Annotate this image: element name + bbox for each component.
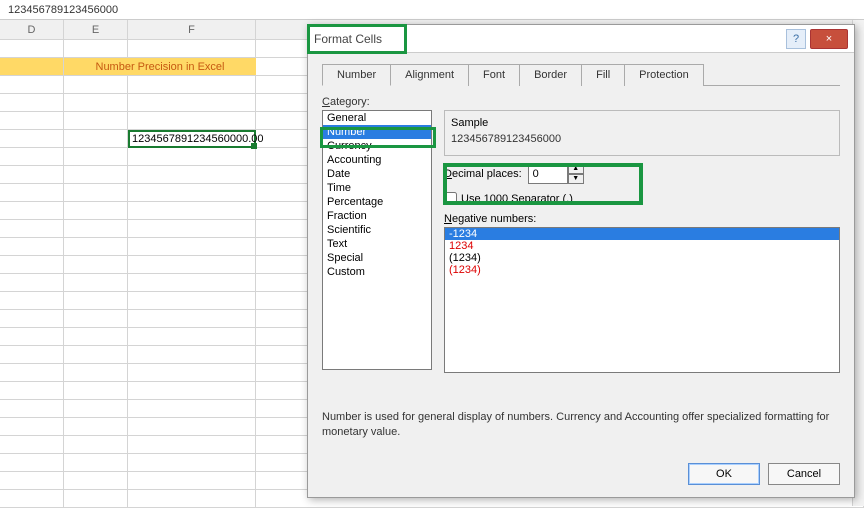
category-item-special[interactable]: Special — [323, 251, 431, 265]
decimal-up-button[interactable]: ▲ — [568, 164, 584, 174]
category-item-custom[interactable]: Custom — [323, 265, 431, 279]
help-icon[interactable]: ? — [786, 29, 806, 49]
banner-cell[interactable]: Number Precision in Excel — [64, 58, 256, 76]
dialog-titlebar[interactable]: Format Cells ? × — [308, 25, 854, 53]
tab-number[interactable]: Number — [322, 64, 391, 86]
decimal-places-input[interactable] — [528, 164, 568, 184]
tab-alignment[interactable]: Alignment — [390, 64, 469, 86]
category-description: Number is used for general display of nu… — [322, 410, 840, 439]
category-item-scientific[interactable]: Scientific — [323, 223, 431, 237]
category-item-date[interactable]: Date — [323, 167, 431, 181]
ok-button[interactable]: OK — [688, 463, 760, 485]
tab-font[interactable]: Font — [468, 64, 520, 86]
negative-option[interactable]: (1234) — [445, 252, 839, 264]
tab-border[interactable]: Border — [519, 64, 582, 86]
formula-bar-value: 123456789123456000 — [8, 4, 118, 16]
category-item-fraction[interactable]: Fraction — [323, 209, 431, 223]
negative-numbers-label: Negative numbers: — [444, 213, 840, 225]
category-item-number[interactable]: Number — [323, 125, 431, 139]
negative-option[interactable]: -1234 — [445, 228, 839, 240]
format-cells-dialog: Format Cells ? × Number Alignment Font B… — [307, 24, 855, 498]
negative-numbers-list[interactable]: -12341234(1234)(1234) — [444, 227, 840, 373]
sample-box: Sample 123456789123456000 — [444, 110, 840, 156]
decimal-down-button[interactable]: ▼ — [568, 174, 584, 184]
category-item-currency[interactable]: Currency — [323, 139, 431, 153]
formula-bar[interactable]: 123456789123456000 — [0, 0, 864, 20]
decimal-places-label: Decimal places: — [444, 168, 522, 180]
category-item-percentage[interactable]: Percentage — [323, 195, 431, 209]
negative-option[interactable]: 1234 — [445, 240, 839, 252]
cancel-button[interactable]: Cancel — [768, 463, 840, 485]
sample-value: 123456789123456000 — [451, 133, 833, 145]
dialog-tabs: Number Alignment Font Border Fill Protec… — [322, 63, 840, 86]
category-list[interactable]: GeneralNumberCurrencyAccountingDateTimeP… — [322, 110, 432, 370]
tab-fill[interactable]: Fill — [581, 64, 625, 86]
category-item-accounting[interactable]: Accounting — [323, 153, 431, 167]
thousands-separator-label: Use 1000 Separator (,) — [461, 193, 573, 205]
negative-option[interactable]: (1234) — [445, 264, 839, 276]
sample-label: Sample — [451, 117, 833, 129]
category-item-time[interactable]: Time — [323, 181, 431, 195]
col-header-f[interactable]: F — [128, 20, 256, 39]
thousands-separator-checkbox[interactable] — [444, 192, 457, 205]
tab-protection[interactable]: Protection — [624, 64, 704, 86]
col-header-d[interactable]: D — [0, 20, 64, 39]
category-label: Category: — [322, 96, 840, 108]
selected-cell[interactable]: 1234567891234560000.00 — [128, 130, 256, 148]
close-icon[interactable]: × — [810, 29, 848, 49]
col-header-e[interactable]: E — [64, 20, 128, 39]
dialog-title: Format Cells — [314, 32, 786, 46]
category-item-text[interactable]: Text — [323, 237, 431, 251]
category-item-general[interactable]: General — [323, 111, 431, 125]
banner-cell-left[interactable] — [0, 58, 64, 76]
